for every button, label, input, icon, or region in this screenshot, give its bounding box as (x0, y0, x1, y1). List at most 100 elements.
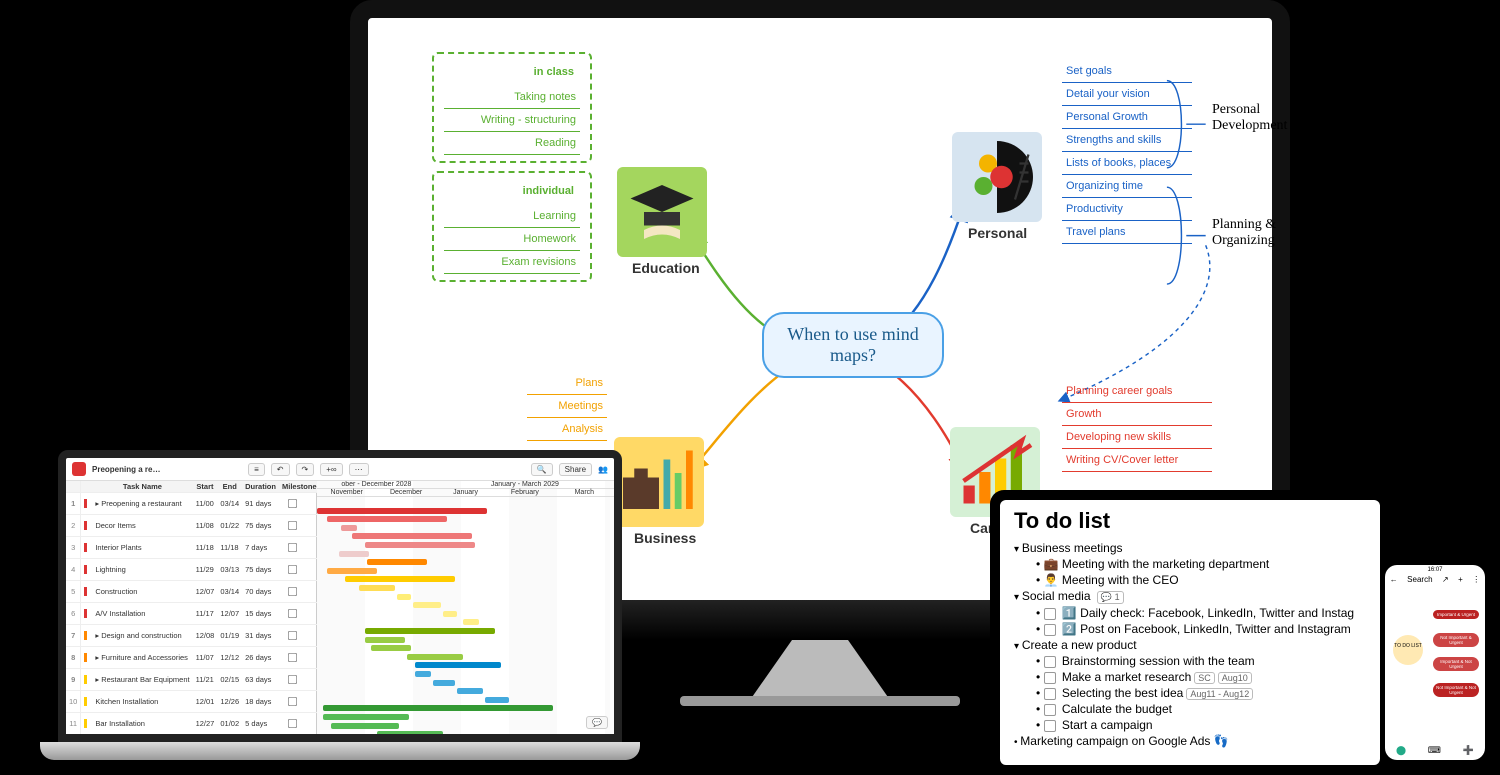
gantt-row[interactable]: 2Decor Items11/0801/2275 days (66, 515, 320, 537)
biz-item[interactable]: Plans (527, 372, 607, 395)
gantt-bar[interactable] (327, 568, 377, 574)
project-title[interactable]: Preopening a re… (92, 465, 242, 474)
gantt-bar[interactable] (359, 585, 395, 591)
personal-branch-label[interactable]: Personal (968, 225, 1027, 241)
gantt-row[interactable]: 3Interior Plants11/1811/187 days (66, 537, 320, 559)
checkbox[interactable] (1044, 704, 1056, 716)
mic-icon[interactable]: ⬤ (1396, 745, 1406, 756)
edu-item[interactable]: Learning (444, 205, 580, 228)
gantt-row[interactable]: 7▸ Design and construction12/0801/1931 d… (66, 625, 320, 647)
search-label[interactable]: Search (1407, 575, 1432, 584)
todo-section[interactable]: Social media 💬 1 (1014, 588, 1366, 605)
keyboard-icon[interactable]: ⌨ (1428, 745, 1441, 756)
per-item[interactable]: Organizing time (1062, 175, 1192, 198)
gantt-row[interactable]: 10Kitchen Installation12/0112/2618 days (66, 691, 320, 713)
car-item[interactable]: Growth (1062, 403, 1212, 426)
edu-item[interactable]: Homework (444, 228, 580, 251)
education-group-inclass[interactable]: in class Taking notes Writing - structur… (432, 52, 592, 163)
gantt-bar[interactable] (443, 611, 457, 617)
todo-section[interactable]: Business meetings (1014, 540, 1366, 556)
gantt-bar[interactable] (339, 551, 369, 557)
col-milestone[interactable]: Milestone (279, 481, 320, 493)
add-link-button[interactable]: +∞ (320, 463, 342, 476)
edu-item[interactable]: Reading (444, 132, 580, 155)
gantt-bar[interactable] (415, 662, 501, 668)
gantt-bar[interactable] (345, 576, 455, 582)
gantt-row[interactable]: 9▸ Restaurant Bar Equipment11/2102/1563 … (66, 669, 320, 691)
gantt-task-table[interactable]: Task Name Start End Duration Milestone 1… (66, 481, 317, 735)
education-branch-label[interactable]: Education (632, 260, 700, 276)
phone-node[interactable]: Important & Not Urgent (1433, 657, 1479, 671)
gantt-bar[interactable] (377, 731, 443, 737)
gantt-chart-area[interactable]: ober - December 2028 January - March 202… (317, 481, 614, 735)
biz-item[interactable]: Analysis (527, 418, 607, 441)
gantt-bar[interactable] (331, 723, 399, 729)
share-button[interactable]: Share (559, 463, 592, 476)
phone-node[interactable]: Not Important & Urgent (1433, 633, 1479, 647)
edu-item[interactable]: Taking notes (444, 86, 580, 109)
checkbox[interactable] (1044, 688, 1056, 700)
todo-item[interactable]: Selecting the best ideaAug11 - Aug12 (1014, 685, 1366, 701)
redo-icon[interactable]: ↷ (296, 463, 315, 476)
per-item[interactable]: Set goals (1062, 60, 1192, 83)
gantt-bar[interactable] (485, 697, 509, 703)
col-taskname[interactable]: Task Name (92, 481, 192, 493)
gantt-bar[interactable] (367, 559, 427, 565)
gantt-row[interactable]: 8▸ Furniture and Accessories11/0712/1226… (66, 647, 320, 669)
gantt-bar[interactable] (407, 654, 463, 660)
phone-mindmap-app[interactable]: 16:07 ← Search ↗ + ⋮ TO DO LIST Importan… (1385, 565, 1485, 760)
checkbox[interactable] (1044, 672, 1056, 684)
gantt-row[interactable]: 4Lightning11/2903/1375 days (66, 559, 320, 581)
todo-item[interactable]: 👨‍💼 Meeting with the CEO (1014, 572, 1366, 588)
share-icon[interactable]: ↗ (1442, 575, 1449, 584)
biz-item[interactable]: Meetings (527, 395, 607, 418)
search-icon[interactable]: 🔍 (531, 463, 553, 476)
todo-item[interactable]: 2️⃣ Post on Facebook, LinkedIn, Twitter … (1014, 621, 1366, 637)
gantt-bar[interactable] (371, 645, 411, 651)
gantt-bar[interactable] (365, 637, 405, 643)
todo-section[interactable]: Create a new product (1014, 637, 1366, 653)
col-start[interactable]: Start (193, 481, 218, 493)
col-end[interactable]: End (217, 481, 242, 493)
gantt-bar[interactable] (365, 542, 475, 548)
more-icon[interactable]: ⋮ (1472, 575, 1480, 584)
todo-item[interactable]: Make a market researchSCAug10 (1014, 669, 1366, 685)
per-item[interactable]: Travel plans (1062, 221, 1192, 244)
edu-item[interactable]: Exam revisions (444, 251, 580, 274)
gantt-bar[interactable] (323, 705, 553, 711)
phone-node[interactable]: Not Important & Not Urgent (1433, 683, 1479, 697)
todo-section[interactable]: Marketing campaign on Google Ads 👣 (1014, 733, 1366, 749)
education-icon[interactable] (617, 167, 707, 257)
gantt-row[interactable]: 1▸ Preopening a restaurant11/0003/1491 d… (66, 493, 320, 515)
mindmap-center-node[interactable]: When to use mind maps? (762, 312, 944, 378)
gantt-bar[interactable] (317, 508, 487, 514)
avatars[interactable]: 👥 (598, 465, 608, 474)
todo-item[interactable]: 1️⃣ Daily check: Facebook, LinkedIn, Twi… (1014, 605, 1366, 621)
chat-icon[interactable]: 💬 (586, 716, 608, 729)
per-item[interactable]: Personal Growth (1062, 106, 1192, 129)
gantt-row[interactable]: 5Construction12/0703/1470 days (66, 581, 320, 603)
gantt-app[interactable]: Preopening a re… ≡ ↶ ↷ +∞ ⋯ 🔍 Share 👥 Ta… (58, 450, 622, 742)
list-view-icon[interactable]: ≡ (248, 463, 265, 476)
per-item[interactable]: Lists of books, places (1062, 152, 1192, 175)
todo-item[interactable]: Calculate the budget (1014, 701, 1366, 717)
gantt-row[interactable]: 6A/V Installation11/1712/0715 days (66, 603, 320, 625)
app-logo-icon[interactable] (72, 462, 86, 476)
gantt-bar[interactable] (463, 619, 479, 625)
gantt-bar[interactable] (327, 516, 447, 522)
per-item[interactable]: Strengths and skills (1062, 129, 1192, 152)
checkbox[interactable] (1044, 624, 1056, 636)
car-item[interactable]: Planning career goals (1062, 380, 1212, 403)
checkbox[interactable] (1044, 656, 1056, 668)
gantt-bar[interactable] (457, 688, 483, 694)
personal-icon[interactable] (952, 132, 1042, 222)
checkbox[interactable] (1044, 720, 1056, 732)
undo-icon[interactable]: ↶ (271, 463, 290, 476)
gantt-bar[interactable] (397, 594, 411, 600)
add-icon[interactable]: + (1458, 575, 1463, 584)
todo-item[interactable]: Start a campaign (1014, 717, 1366, 733)
gantt-bar[interactable] (433, 680, 455, 686)
checkbox[interactable] (1044, 608, 1056, 620)
phone-node[interactable]: Important & Urgent (1433, 610, 1479, 619)
gantt-bar[interactable] (341, 525, 357, 531)
